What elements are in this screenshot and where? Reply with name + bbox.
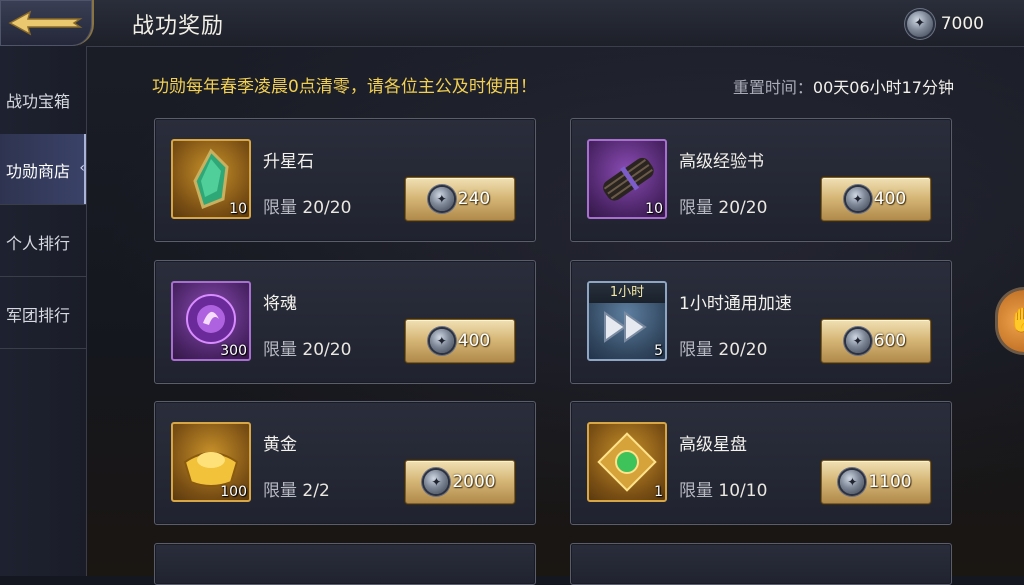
buy-button[interactable]: 240 — [405, 177, 515, 221]
item-price: 400 — [873, 189, 907, 209]
buy-button[interactable]: 400 — [405, 319, 515, 363]
currency-value: 7000 — [940, 14, 984, 34]
sidebar-item-label: 战功宝箱 — [6, 92, 71, 111]
limit-label: 限量 — [263, 481, 297, 501]
item-limit: 限量 10/10 — [679, 476, 767, 501]
sidebar-item-personal-rank[interactable]: 个人排行 — [0, 206, 86, 277]
limit-value: 20/20 — [302, 340, 352, 360]
item-price: 2000 — [452, 472, 496, 492]
item-icon-frame[interactable]: 300 — [171, 281, 251, 361]
limit-value: 20/20 — [718, 340, 768, 360]
item-quantity: 100 — [220, 484, 247, 500]
sidebar-item-merit-shop[interactable]: 功勋商店 ‹ — [0, 134, 86, 205]
buy-button[interactable]: 1100 — [821, 460, 931, 504]
page-title: 战功奖励 — [132, 14, 225, 39]
item-price: 400 — [457, 331, 491, 351]
item-icon-frame[interactable]: 1 — [587, 422, 667, 502]
limit-value: 20/20 — [718, 198, 768, 218]
limit-label: 限量 — [679, 481, 713, 501]
reset-timer: 重置时间：00天06小时17分钟 — [733, 74, 954, 98]
shop-item-card: 10 升星石 限量 20/20 240 — [154, 118, 536, 242]
sidebar-item-legion-rank[interactable]: 军团排行 — [0, 278, 86, 349]
sidebar-item-label: 功勋商店 — [6, 162, 71, 181]
item-icon-frame[interactable]: 100 — [171, 422, 251, 502]
shop-item-card: 100 黄金 限量 2/2 2000 — [154, 401, 536, 525]
back-arrow-icon — [8, 10, 83, 36]
back-button[interactable] — [0, 0, 94, 46]
item-name: 黄金 — [263, 435, 297, 455]
limit-label: 限量 — [679, 198, 713, 218]
merit-medal-icon — [840, 470, 865, 494]
sidebar-item-merit-chest[interactable]: 战功宝箱 — [0, 64, 86, 135]
reset-label: 重置时间： — [732, 78, 813, 97]
sidebar-item-label: 个人排行 — [6, 234, 71, 253]
reset-notice: 功勋每年春季凌晨0点清零，请各位主公及时使用！ — [152, 77, 537, 97]
merit-medal-icon — [906, 11, 933, 37]
chevron-left-icon: ‹ — [79, 160, 85, 176]
item-price: 1100 — [868, 472, 912, 492]
currency-display: 7000 — [906, 10, 984, 38]
buy-button[interactable]: 400 — [821, 177, 931, 221]
item-icon-frame[interactable]: 10 — [171, 139, 251, 219]
limit-value: 10/10 — [718, 481, 768, 501]
item-price: 240 — [457, 189, 491, 209]
item-limit: 限量 20/20 — [263, 193, 351, 218]
header-bar: 战功奖励 7000 — [0, 0, 1024, 47]
item-name: 高级经验书 — [679, 152, 764, 172]
shop-item-card: 10 高级经验书 限量 20/20 400 — [570, 118, 952, 242]
reset-time: 00天06小时17分钟 — [812, 78, 954, 97]
buy-button[interactable]: 2000 — [405, 460, 515, 504]
item-price: 600 — [873, 331, 907, 351]
shop-item-card: 300 将魂 限量 20/20 400 — [154, 260, 536, 384]
merit-medal-icon — [845, 187, 870, 211]
item-limit: 限量 20/20 — [679, 193, 767, 218]
item-name: 高级星盘 — [679, 435, 747, 455]
limit-value: 2/2 — [302, 481, 330, 501]
merit-medal-icon — [424, 470, 449, 494]
item-limit: 限量 20/20 — [679, 335, 767, 360]
item-quantity: 10 — [229, 201, 247, 217]
item-quantity: 1 — [654, 484, 663, 500]
item-limit: 限量 20/20 — [263, 335, 351, 360]
sidebar-item-label: 军团排行 — [6, 306, 71, 325]
shop-item-card-partial — [570, 543, 952, 585]
item-name: 将魂 — [263, 294, 297, 314]
hand-icon: ✋ — [1008, 306, 1024, 334]
shop-item-card: 1小时 5 1小时通用加速 限量 20/20 600 — [570, 260, 952, 384]
limit-label: 限量 — [263, 340, 297, 360]
buy-button[interactable]: 600 — [821, 319, 931, 363]
item-name: 1小时通用加速 — [679, 294, 792, 314]
duration-badge: 1小时 — [589, 283, 665, 303]
shop-item-card: 1 高级星盘 限量 10/10 1100 — [570, 401, 952, 525]
merit-medal-icon — [429, 329, 454, 353]
item-quantity: 5 — [654, 343, 663, 359]
item-name: 升星石 — [263, 152, 314, 172]
shop-item-card-partial — [154, 543, 536, 585]
item-icon-frame[interactable]: 1小时 5 — [587, 281, 667, 361]
limit-label: 限量 — [263, 198, 297, 218]
sidebar: 战功宝箱 功勋商店 ‹ 个人排行 军团排行 — [0, 46, 87, 576]
item-limit: 限量 2/2 — [263, 476, 330, 501]
merit-medal-icon — [429, 187, 454, 211]
limit-value: 20/20 — [302, 198, 352, 218]
item-quantity: 10 — [645, 201, 663, 217]
merit-medal-icon — [845, 329, 870, 353]
item-quantity: 300 — [220, 343, 247, 359]
limit-label: 限量 — [679, 340, 713, 360]
item-icon-frame[interactable]: 10 — [587, 139, 667, 219]
